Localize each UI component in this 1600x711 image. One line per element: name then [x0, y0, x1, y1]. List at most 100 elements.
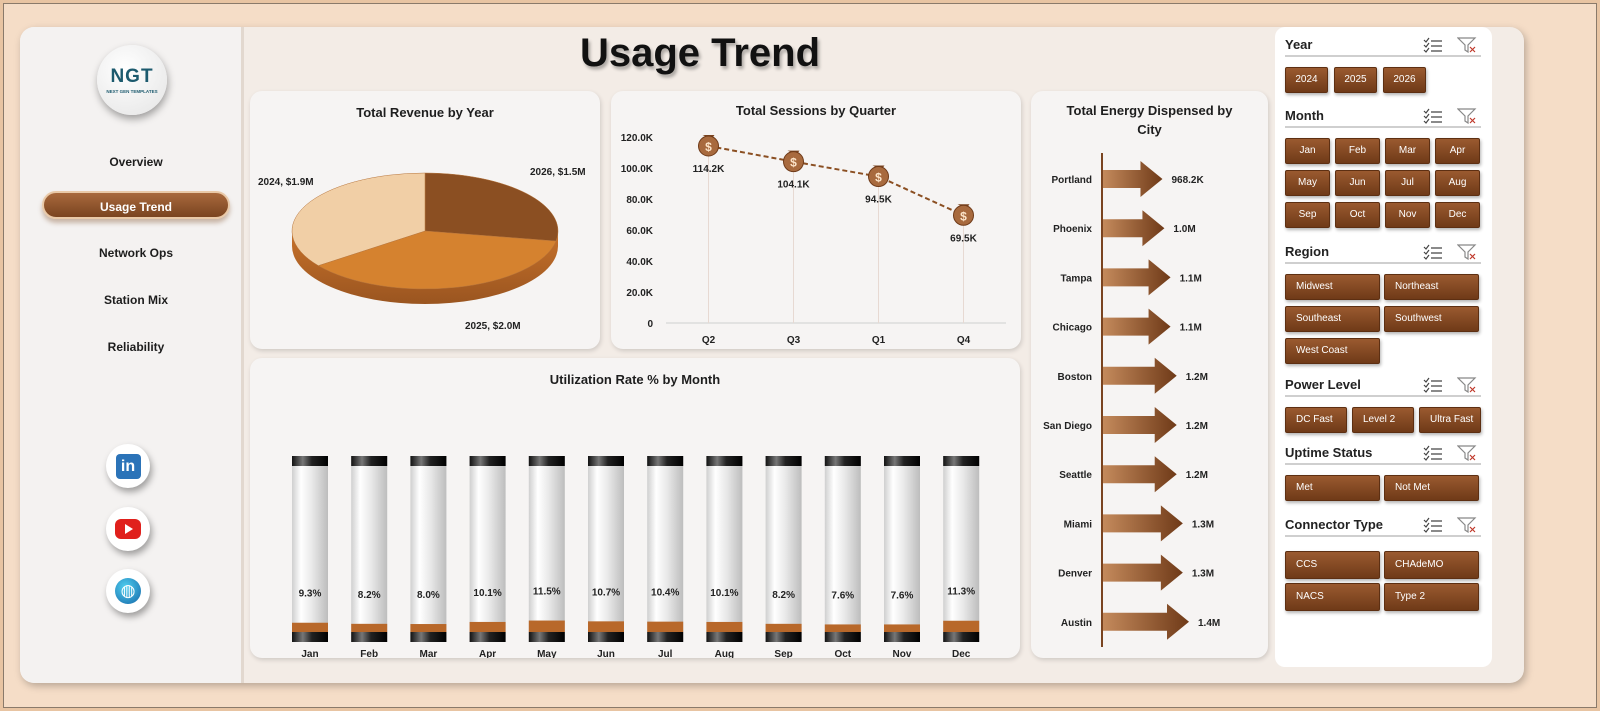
svg-text:$: $ [705, 140, 712, 154]
slicer-item-connector-type-chademo[interactable]: CHAdeMO [1384, 551, 1479, 579]
energy-bar-seattle [1103, 456, 1177, 493]
energy-data-label: 1.4M [1198, 618, 1220, 629]
utilization-bar-jun [588, 456, 624, 642]
sessions-data-label: 69.5K [950, 233, 977, 244]
utilization-data-label: 8.0% [417, 590, 440, 601]
sessions-data-label: 94.5K [865, 195, 892, 206]
slicer-item-uptime-status-met[interactable]: Met [1285, 475, 1380, 501]
utilization-bar-jul [647, 456, 684, 642]
slicer-item-connector-type-type-2[interactable]: Type 2 [1384, 583, 1479, 611]
sessions-point-Q4: $ [953, 204, 974, 226]
slicer-item-month-dec[interactable]: Dec [1435, 202, 1480, 228]
x-tick-label: Q3 [787, 335, 801, 346]
utilization-data-label: 8.2% [358, 590, 381, 601]
linkedin-button[interactable]: in [106, 444, 150, 488]
clear-filter-icon[interactable] [1456, 445, 1477, 462]
slicer-item-month-jul[interactable]: Jul [1385, 170, 1430, 196]
energy-bar-austin [1103, 603, 1189, 640]
slicer-item-month-aug[interactable]: Aug [1435, 170, 1480, 196]
slicer-item-month-oct[interactable]: Oct [1335, 202, 1380, 228]
energy-data-label: 1.1M [1180, 323, 1202, 334]
utilization-data-label: 10.4% [651, 588, 679, 599]
sessions-point-Q1: $ [868, 165, 889, 188]
slicer-header: Region [1285, 242, 1481, 264]
slicer-item-month-may[interactable]: May [1285, 170, 1330, 196]
clear-filter-icon[interactable] [1456, 37, 1477, 54]
slicer-item-year-2025[interactable]: 2025 [1334, 67, 1377, 93]
slicer-item-power-level-ultra-fast[interactable]: Ultra Fast [1419, 407, 1481, 433]
nav-station-mix[interactable]: Station Mix [42, 286, 230, 314]
slicer-item-region-southeast[interactable]: Southeast [1285, 306, 1380, 332]
slicer-item-month-apr[interactable]: Apr [1435, 138, 1480, 164]
multi-select-icon[interactable] [1423, 445, 1443, 461]
utilization-data-label: 11.5% [533, 587, 561, 598]
city-label: Phoenix [1053, 224, 1092, 235]
slicer-item-region-southwest[interactable]: Southwest [1384, 306, 1479, 332]
svg-text:$: $ [875, 171, 882, 185]
clear-filter-icon[interactable] [1456, 108, 1477, 125]
svg-text:$: $ [790, 156, 797, 170]
energy-bar-tampa [1103, 259, 1171, 296]
city-label: Miami [1064, 519, 1093, 530]
nav-overview[interactable]: Overview [42, 148, 230, 176]
clear-filter-icon[interactable] [1456, 377, 1477, 394]
clear-filter-icon[interactable] [1456, 517, 1477, 534]
slicer-connector-type: Connector Type CCS CHAdeMO NACS Type 2 [1285, 515, 1481, 611]
nav-network-ops[interactable]: Network Ops [42, 239, 230, 267]
slicer-item-uptime-status-not-met[interactable]: Not Met [1384, 475, 1479, 501]
linkedin-icon: in [115, 453, 141, 479]
slicer-item-month-sep[interactable]: Sep [1285, 202, 1330, 228]
nav-reliability[interactable]: Reliability [42, 333, 230, 361]
y-tick-label: 120.0K [621, 133, 654, 144]
city-label: Denver [1058, 569, 1092, 580]
month-label: Apr [479, 649, 496, 658]
utilization-bar-chart: 9.3% Jan 8.2% Feb 8.0% Mar 10.1% Apr 11.5% May 10.… [292, 456, 980, 660]
y-tick-label: 80.0K [626, 195, 653, 206]
x-tick-label: Q4 [957, 335, 971, 346]
x-tick-label: Q2 [702, 335, 716, 346]
logo-text: NGT [110, 66, 154, 87]
clear-filter-icon[interactable] [1456, 244, 1477, 261]
slicer-item-month-feb[interactable]: Feb [1335, 138, 1380, 164]
youtube-button[interactable] [106, 507, 150, 551]
multi-select-icon[interactable] [1423, 244, 1443, 260]
month-label: Feb [360, 649, 378, 658]
slicer-item-connector-type-nacs[interactable]: NACS [1285, 583, 1380, 611]
energy-data-label: 1.2M [1186, 421, 1208, 432]
slicer-item-year-2024[interactable]: 2024 [1285, 67, 1328, 93]
utilization-data-label: 9.3% [299, 589, 322, 600]
multi-select-icon[interactable] [1423, 37, 1443, 53]
slicer-panel: Year 2024 2025 2026 Month Jan Feb Mar Apr May Jun J… [1275, 27, 1492, 667]
slicer-item-month-jun[interactable]: Jun [1335, 170, 1380, 196]
slicer-item-month-jan[interactable]: Jan [1285, 138, 1330, 164]
slicer-item-power-level-dc-fast[interactable]: DC Fast [1285, 407, 1347, 433]
slicer-item-region-northeast[interactable]: Northeast [1384, 274, 1479, 300]
month-label: May [537, 649, 557, 658]
slicer-item-year-2026[interactable]: 2026 [1383, 67, 1426, 93]
slicer-month: Month Jan Feb Mar Apr May Jun Jul Aug Sep Oct Nov De… [1285, 106, 1481, 228]
x-tick-label: Q1 [872, 335, 886, 346]
slicer-item-power-level-level-2[interactable]: Level 2 [1352, 407, 1414, 433]
slicer-title: Uptime Status [1285, 445, 1373, 460]
energy-card: Total Energy Dispensed by City Portland 9… [1031, 91, 1268, 658]
multi-select-icon[interactable] [1423, 377, 1443, 393]
slicer-item-region-west-coast[interactable]: West Coast [1285, 338, 1380, 364]
logo-subtitle: NEXT GEN TEMPLATES [106, 89, 158, 94]
multi-select-icon[interactable] [1423, 517, 1443, 533]
multi-select-icon[interactable] [1423, 108, 1443, 124]
slicer-item-region-midwest[interactable]: Midwest [1285, 274, 1380, 300]
energy-bar-san-diego [1103, 407, 1177, 443]
utilization-bar-apr [469, 456, 506, 642]
utilization-data-label: 10.1% [473, 588, 501, 599]
slicer-item-month-nov[interactable]: Nov [1385, 202, 1430, 228]
globe-icon: ◍ [115, 578, 141, 604]
month-label: Mar [420, 649, 438, 658]
energy-bar-boston [1103, 357, 1177, 394]
nav-usage-trend[interactable]: Usage Trend [42, 191, 230, 219]
slicer-item-connector-type-ccs[interactable]: CCS [1285, 551, 1380, 579]
page-title: Usage Trend [579, 31, 821, 75]
utilization-bar-oct [824, 456, 861, 642]
slicer-item-month-mar[interactable]: Mar [1385, 138, 1430, 164]
website-button[interactable]: ◍ [106, 569, 150, 613]
energy-bar-denver [1103, 554, 1183, 591]
